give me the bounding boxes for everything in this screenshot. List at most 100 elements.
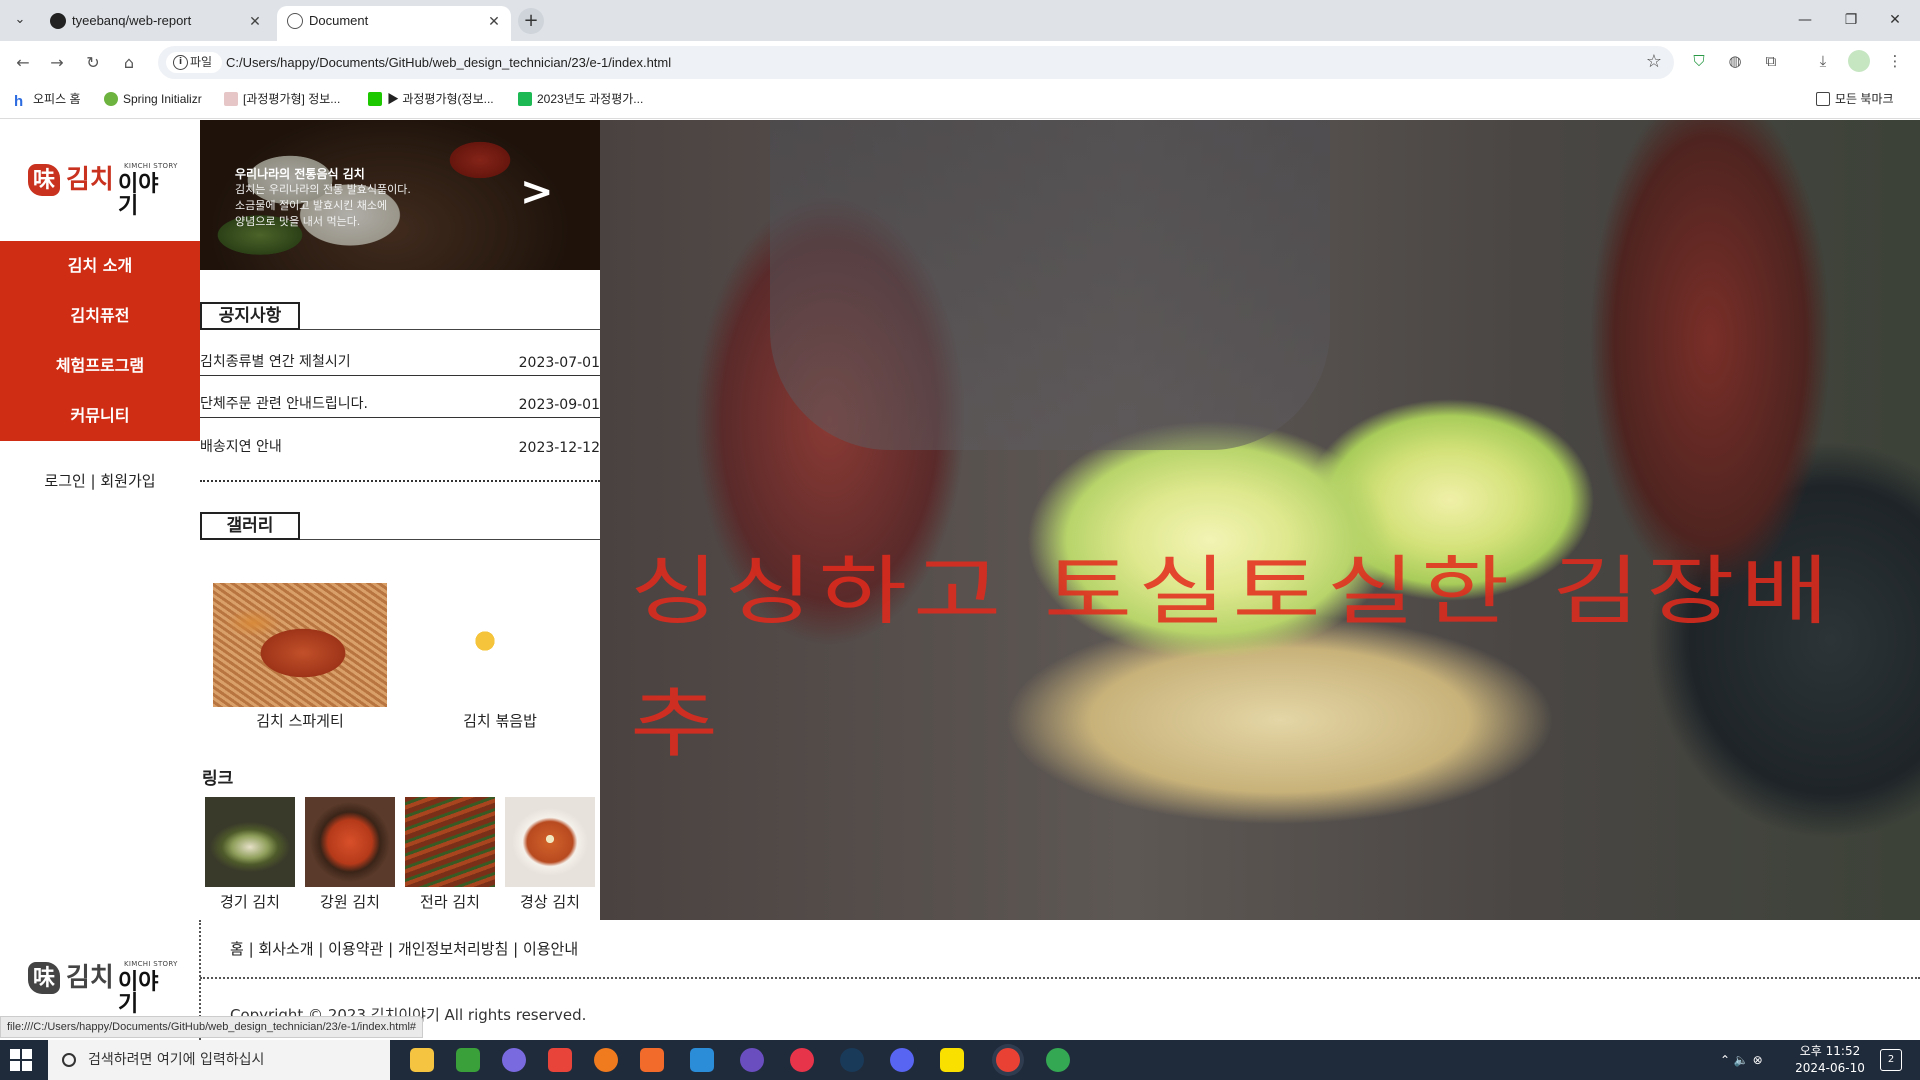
list-item[interactable]: 단체주문 관련 안내드립니다. 2023-09-01 bbox=[200, 376, 600, 418]
close-window-icon[interactable]: ✕ bbox=[1880, 8, 1910, 32]
taskbar-clock[interactable]: 오후 11:52 2024-06-10 bbox=[1790, 1043, 1870, 1077]
nav-experience-program[interactable]: 체험프로그램 bbox=[0, 341, 200, 391]
office-h-icon: h bbox=[14, 94, 28, 109]
notice-date: 2023-07-01 bbox=[518, 355, 600, 371]
taskbar-search-input[interactable]: 검색하려면 여기에 입력하십시 bbox=[48, 1040, 390, 1080]
list-item[interactable]: 김치종류별 연간 제철시기 2023-07-01 bbox=[200, 334, 600, 376]
logo-kimchi: 김치 bbox=[66, 165, 114, 195]
github-desktop-icon[interactable] bbox=[740, 1048, 764, 1072]
link-caption: 강원 김치 bbox=[320, 893, 380, 911]
home-icon[interactable]: ⌂ bbox=[116, 50, 142, 76]
reload-icon[interactable]: ↻ bbox=[80, 50, 106, 76]
windows-taskbar: 검색하려면 여기에 입력하십시 ⌃ 🔈 ⊗ 오후 11:52 2024-06-1… bbox=[0, 1040, 1920, 1080]
file-explorer-icon[interactable] bbox=[410, 1048, 434, 1072]
clock-date: 2024-06-10 bbox=[1795, 1061, 1865, 1075]
gangwon-kimchi-image[interactable] bbox=[305, 797, 395, 887]
bookmark-process-eval-2[interactable]: ▶ 과정평가형(정보... bbox=[368, 84, 494, 114]
nav-community[interactable]: 커뮤니티 bbox=[0, 391, 200, 441]
nav-kimchi-fusion[interactable]: 김치퓨전 bbox=[0, 291, 200, 341]
link-caption: 전라 김치 bbox=[420, 893, 480, 911]
notice-title[interactable]: 김치종류별 연간 제철시기 bbox=[200, 351, 351, 371]
new-tab-button[interactable]: + bbox=[518, 8, 544, 34]
list-item[interactable]: 배송지연 안내 2023-12-12 bbox=[200, 418, 600, 460]
back-icon[interactable]: ← bbox=[10, 50, 36, 76]
chrome-icon[interactable] bbox=[1046, 1048, 1070, 1072]
content-column: 우리나라의 전통음식 김치 김치는 우리나라의 전통 발효식품이다. 소금물에 … bbox=[200, 120, 600, 920]
media-player-icon[interactable] bbox=[790, 1048, 814, 1072]
bookmark-star-icon[interactable]: ☆ bbox=[1646, 51, 1662, 72]
next-arrow-icon[interactable]: > bbox=[520, 172, 554, 212]
hero-image: 싱싱하고 토실토실한 김장배추 bbox=[600, 120, 1920, 920]
windows-start-icon[interactable] bbox=[10, 1049, 32, 1071]
jeolla-kimchi-image[interactable] bbox=[405, 797, 495, 887]
forward-icon[interactable]: → bbox=[44, 50, 70, 76]
notice-title[interactable]: 단체주문 관련 안내드립니다. bbox=[200, 393, 368, 413]
notice-tab[interactable]: 공지사항 bbox=[200, 302, 300, 330]
footer-logo[interactable]: 味 김치 KIMCHI STORY 이야기 bbox=[28, 958, 178, 1016]
app-icon[interactable] bbox=[640, 1048, 664, 1072]
minimize-icon[interactable]: — bbox=[1790, 8, 1820, 32]
kimchi-fried-rice-image[interactable] bbox=[413, 583, 587, 707]
link-item[interactable]: 전라 김치 bbox=[405, 797, 495, 912]
address-bar[interactable]: 파일 C:/Users/happy/Documents/GitHub/web_d… bbox=[158, 46, 1674, 79]
hero-slogan: 싱싱하고 토실토실한 김장배추 bbox=[630, 547, 1835, 768]
site-info-chip[interactable]: 파일 bbox=[166, 52, 223, 73]
tab-web-report[interactable]: tyeebanq/web-report ✕ bbox=[40, 6, 272, 41]
clock-time: 오후 11:52 bbox=[1799, 1044, 1861, 1058]
tab-search-chevron-icon[interactable]: ⌄ bbox=[8, 8, 32, 32]
kimchi-spaghetti-image[interactable] bbox=[213, 583, 387, 707]
app-icon[interactable] bbox=[502, 1048, 526, 1072]
close-tab-icon[interactable]: ✕ bbox=[485, 6, 503, 36]
tab-document[interactable]: Document ✕ bbox=[277, 6, 511, 41]
steam-icon[interactable] bbox=[840, 1048, 864, 1072]
notice-date: 2023-12-12 bbox=[518, 440, 600, 456]
login-signup-link[interactable]: 로그인 | 회원가입 bbox=[0, 470, 200, 491]
browser-tab-strip: ⌄ tyeebanq/web-report ✕ Document ✕ + — ❐… bbox=[0, 0, 1920, 41]
profile-avatar-icon[interactable] bbox=[1848, 50, 1870, 72]
v-icon bbox=[518, 92, 532, 106]
extensions-puzzle-icon[interactable]: ⧉ bbox=[1760, 50, 1782, 72]
gmail-icon bbox=[224, 92, 238, 106]
gyeonggi-kimchi-image[interactable] bbox=[205, 797, 295, 887]
address-url[interactable]: C:/Users/happy/Documents/GitHub/web_desi… bbox=[226, 46, 671, 79]
minecraft-icon[interactable] bbox=[456, 1048, 480, 1072]
gyeongsang-kimchi-image[interactable] bbox=[505, 797, 595, 887]
link-item[interactable]: 강원 김치 bbox=[305, 797, 395, 912]
close-tab-icon[interactable]: ✕ bbox=[246, 6, 264, 36]
gallery-tab[interactable]: 갤러리 bbox=[200, 512, 300, 540]
discord-icon[interactable] bbox=[890, 1048, 914, 1072]
gallery-item[interactable]: 김치 스파게티 bbox=[213, 583, 387, 731]
globe-icon bbox=[287, 13, 303, 29]
bookmark-spring-initializr[interactable]: Spring Initializr bbox=[104, 84, 202, 114]
banner-text: 김치는 우리나라의 전통 발효식품이다. bbox=[235, 183, 411, 196]
web-page: 味 김치 KIMCHI STORY 이야기 김치 소개 김치퓨전 체험프로그램 … bbox=[0, 120, 1920, 1040]
intellij-icon[interactable] bbox=[548, 1048, 572, 1072]
gallery-item[interactable]: 김치 볶음밥 bbox=[413, 583, 587, 731]
link-item[interactable]: 경기 김치 bbox=[205, 797, 295, 912]
translate-icon[interactable]: ◍ bbox=[1724, 50, 1746, 72]
kakaotalk-icon[interactable] bbox=[940, 1048, 964, 1072]
notice-title[interactable]: 배송지연 안내 bbox=[200, 436, 282, 456]
notice-date: 2023-09-01 bbox=[518, 397, 600, 413]
app-icon[interactable] bbox=[594, 1048, 618, 1072]
footer-links[interactable]: 홈 | 회사소개 | 이용약관 | 개인정보처리방침 | 이용안내 bbox=[230, 938, 578, 959]
menu-dots-icon[interactable]: ⋮ bbox=[1884, 50, 1906, 72]
footer-divider-line bbox=[200, 977, 1920, 979]
download-icon[interactable]: ⤓ bbox=[1812, 50, 1834, 72]
bookmark-process-eval-2023[interactable]: 2023년도 과정평가... bbox=[518, 84, 643, 114]
bookmark-process-eval-1[interactable]: [과정평가형] 정보... bbox=[224, 84, 340, 114]
restore-icon[interactable]: ❐ bbox=[1836, 8, 1866, 32]
system-tray-icons[interactable]: ⌃ 🔈 ⊗ bbox=[1720, 1040, 1763, 1080]
bookmarks-bar: h 오피스 홈 Spring Initializr [과정평가형] 정보... ▶… bbox=[0, 84, 1920, 119]
notification-center-icon[interactable]: 2 bbox=[1880, 1049, 1902, 1071]
vscode-icon[interactable] bbox=[690, 1048, 714, 1072]
bookmark-office-home[interactable]: h 오피스 홈 bbox=[14, 84, 81, 114]
all-bookmarks[interactable]: 모든 북마크 bbox=[1816, 84, 1894, 114]
shield-extension-icon[interactable]: ⛉ bbox=[1688, 50, 1710, 72]
link-item[interactable]: 경상 김치 bbox=[505, 797, 595, 912]
chrome-icon[interactable] bbox=[996, 1048, 1020, 1072]
banner-slide[interactable]: 우리나라의 전통음식 김치 김치는 우리나라의 전통 발효식품이다. 소금물에 … bbox=[200, 120, 600, 270]
logo[interactable]: 味 김치 KIMCHI STORY 이야기 bbox=[28, 160, 178, 218]
nav-kimchi-intro[interactable]: 김치 소개 bbox=[0, 241, 200, 291]
hero-photo-shade bbox=[770, 120, 1330, 450]
